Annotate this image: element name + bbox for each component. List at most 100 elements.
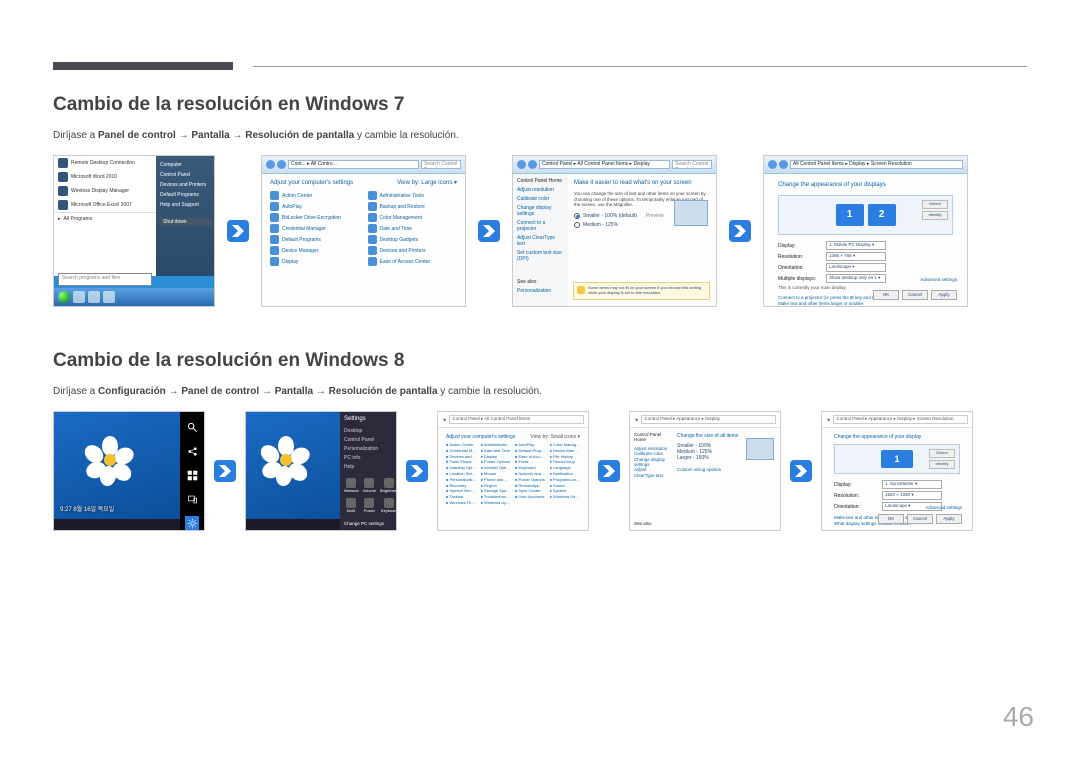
- nav-fwd-icon[interactable]: [277, 160, 286, 169]
- cp-item[interactable]: Internet Options: [481, 466, 512, 471]
- charm-devices-icon[interactable]: [185, 492, 199, 506]
- quick-icon[interactable]: Brightness: [380, 478, 397, 494]
- cp-item[interactable]: Ease of Access Center: [368, 257, 458, 266]
- quick-icon[interactable]: Volume: [363, 478, 376, 494]
- start-right-item[interactable]: Computer: [160, 160, 212, 170]
- cp-item[interactable]: Personalization: [446, 478, 477, 483]
- cp-item[interactable]: BitLocker Drive Encryption: [270, 213, 360, 222]
- advanced-settings-link[interactable]: Advanced settings: [920, 277, 957, 282]
- cp-item[interactable]: Administrative Tools: [481, 443, 512, 448]
- cp-item[interactable]: Flash Player: [446, 460, 477, 465]
- sidebar-link[interactable]: Calibrate color: [517, 196, 564, 202]
- cp-item[interactable]: Power Options: [515, 478, 546, 483]
- sidebar-link[interactable]: Set custom text size (DPI): [517, 250, 564, 262]
- cp-item[interactable]: Region: [481, 484, 512, 489]
- start-right-item[interactable]: Default Programs: [160, 190, 212, 200]
- start-right-item[interactable]: Devices and Printers: [160, 180, 212, 190]
- cp-item[interactable]: AutoPlay: [515, 443, 546, 448]
- nav-back-icon[interactable]: [517, 160, 526, 169]
- cp-item[interactable]: Notification Area: [550, 472, 581, 477]
- quick-icon[interactable]: Keyboard: [380, 498, 397, 514]
- cp-item[interactable]: System: [550, 489, 581, 494]
- apply-button[interactable]: Apply: [931, 290, 957, 300]
- cp-item[interactable]: AutoPlay: [270, 202, 360, 211]
- sidebar-link[interactable]: Adjust resolution: [517, 187, 564, 193]
- sidebar-link[interactable]: Adjust ClearType text: [517, 235, 564, 247]
- cp-item[interactable]: Indexing Options: [446, 466, 477, 471]
- nav-back-icon[interactable]: ◄: [442, 417, 446, 422]
- help-link[interactable]: Make text and other items larger or smal…: [778, 301, 953, 306]
- cp-item[interactable]: Taskbar: [446, 495, 477, 500]
- cp-item[interactable]: Folder Options: [481, 460, 512, 465]
- cp-item[interactable]: Language: [550, 466, 581, 471]
- ok-button[interactable]: OK: [878, 514, 904, 524]
- apply-button[interactable]: Apply: [936, 514, 962, 524]
- quick-icon[interactable]: Power: [363, 498, 376, 514]
- start-item[interactable]: Microsoft Word 2010: [54, 170, 156, 184]
- cp-item[interactable]: Device Manager: [550, 449, 581, 454]
- cp-item[interactable]: Display: [270, 257, 360, 266]
- identify-button[interactable]: Identify: [922, 211, 948, 220]
- cp-item[interactable]: Credential Manager: [446, 449, 477, 454]
- display-select[interactable]: 1. SyncMaster ▾: [882, 480, 942, 489]
- cp-item[interactable]: Storage Spaces: [481, 489, 512, 494]
- detect-button[interactable]: Detect: [929, 449, 955, 458]
- cp-item[interactable]: HomeGroup: [550, 460, 581, 465]
- sidebar-link[interactable]: Connect to a projector: [517, 220, 564, 232]
- nav-fwd-icon[interactable]: [779, 160, 788, 169]
- settings-item[interactable]: PC info: [344, 455, 392, 461]
- change-pc-settings[interactable]: Change PC settings: [344, 521, 392, 526]
- shutdown-button[interactable]: Shut down: [160, 218, 212, 226]
- cp-item[interactable]: Windows Defender: [550, 495, 581, 500]
- custom-sizing-link[interactable]: Custom sizing options: [677, 467, 775, 472]
- cp-item[interactable]: Ease of Access Center: [515, 455, 546, 460]
- cp-item[interactable]: Location Settings: [446, 472, 477, 477]
- view-by-dropdown[interactable]: View by: Small icons ▾: [530, 434, 580, 440]
- cp-item[interactable]: Device Manager: [270, 246, 360, 255]
- nav-back-icon[interactable]: ◄: [634, 417, 638, 422]
- settings-item[interactable]: Help: [344, 464, 392, 470]
- sidebar-link[interactable]: Adjust ClearType text: [634, 467, 668, 478]
- start-right-item[interactable]: Control Panel: [160, 170, 212, 180]
- cp-item[interactable]: Administrative Tools: [368, 191, 458, 200]
- sidebar-link[interactable]: Change display settings: [634, 457, 668, 468]
- cp-item[interactable]: Troubleshooting: [481, 495, 512, 500]
- cp-item[interactable]: Programs and Features: [550, 478, 581, 483]
- nav-back-icon[interactable]: [768, 160, 777, 169]
- cp-item[interactable]: Backup and Restore: [368, 202, 458, 211]
- settings-item[interactable]: Desktop: [344, 428, 392, 434]
- sidebar-link[interactable]: Change display settings: [517, 205, 564, 217]
- taskbar-pin[interactable]: [73, 291, 85, 303]
- cp-item[interactable]: Credential Manager: [270, 224, 360, 233]
- resolution-select[interactable]: 1920 × 1080 ▾: [882, 491, 942, 500]
- cp-item[interactable]: Date and Time: [368, 224, 458, 233]
- address-bar[interactable]: All Control Panel Items ▸ Display ▸ Scre…: [790, 160, 963, 169]
- search-input[interactable]: Search Control Panel: [672, 160, 712, 169]
- cancel-button[interactable]: Cancel: [902, 290, 928, 300]
- ok-button[interactable]: OK: [873, 290, 899, 300]
- start-item[interactable]: Microsoft Office Excel 2007: [54, 198, 156, 212]
- start-orb-icon[interactable]: [58, 291, 70, 303]
- cp-item[interactable]: File History: [550, 455, 581, 460]
- detect-button[interactable]: Detect: [922, 200, 948, 209]
- identify-button[interactable]: Identify: [929, 460, 955, 469]
- advanced-settings-link[interactable]: Advanced settings: [925, 505, 962, 510]
- cp-item[interactable]: Network and Sharing: [515, 472, 546, 477]
- see-also-link[interactable]: Personalization: [517, 288, 551, 294]
- monitor-2[interactable]: 2: [868, 204, 896, 226]
- search-input[interactable]: Search Control Panel: [421, 160, 461, 169]
- cp-item[interactable]: Action Center: [446, 443, 477, 448]
- nav-back-icon[interactable]: ◄: [826, 417, 830, 422]
- cp-item[interactable]: Color Management: [368, 213, 458, 222]
- start-right-item[interactable]: Help and Support: [160, 200, 212, 210]
- monitor-1[interactable]: 1: [836, 204, 864, 226]
- nav-back-icon[interactable]: [266, 160, 275, 169]
- charm-settings-icon[interactable]: [185, 516, 199, 530]
- charm-share-icon[interactable]: [185, 444, 199, 458]
- cancel-button[interactable]: Cancel: [907, 514, 933, 524]
- multiple-select[interactable]: Show desktop only on 1 ▾: [826, 274, 886, 283]
- all-programs[interactable]: ▸ All Programs: [54, 212, 156, 225]
- settings-item[interactable]: Personalization: [344, 446, 392, 452]
- charm-start-icon[interactable]: [185, 468, 199, 482]
- cp-item[interactable]: Devices and Printers: [368, 246, 458, 255]
